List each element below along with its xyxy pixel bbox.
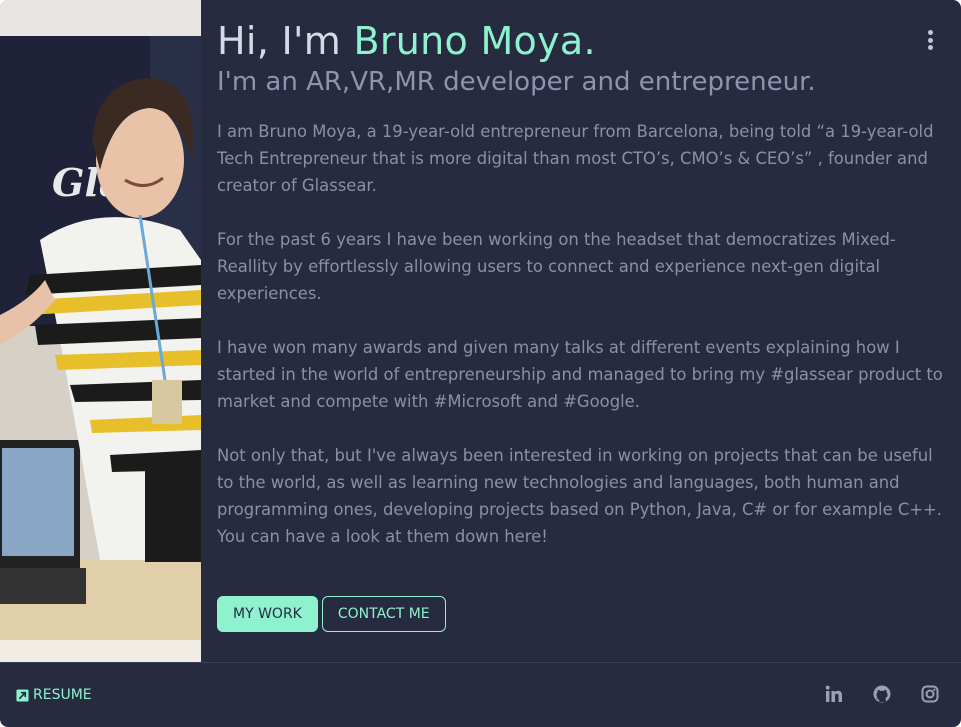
resume-label: RESUME	[33, 687, 92, 703]
resume-link[interactable]: RESUME	[16, 687, 92, 703]
bio-paragraph: Not only that, but I've always been inte…	[217, 446, 942, 546]
linkedin-icon[interactable]	[825, 685, 843, 703]
contact-me-button[interactable]: CONTACT ME	[321, 596, 446, 632]
profile-photo: Gla	[0, 0, 201, 662]
github-icon[interactable]	[873, 685, 891, 703]
bio-paragraph: I have won many awards and given many ta…	[217, 338, 943, 411]
intro-section: Hi, I'm Bruno Moya. I'm an AR,VR,MR deve…	[217, 18, 947, 577]
name-text: Bruno Moya.	[353, 19, 596, 63]
bio-paragraph: I am Bruno Moya, a 19-year-old entrepren…	[217, 122, 934, 195]
profile-card: Gla Hi, I'm Bruno Moya. I'm an AR,VR,MR …	[0, 0, 961, 727]
my-work-button[interactable]: MY WORK	[217, 596, 318, 632]
bio-paragraph: For the past 6 years I have been working…	[217, 230, 896, 303]
action-buttons: MY WORK CONTACT ME	[217, 596, 446, 632]
footer: RESUME	[0, 662, 961, 727]
instagram-icon[interactable]	[921, 685, 939, 703]
page-title: Hi, I'm Bruno Moya.	[217, 18, 947, 64]
social-links	[825, 685, 939, 703]
bio: I am Bruno Moya, a 19-year-old entrepren…	[217, 118, 947, 550]
greeting-text: Hi, I'm	[217, 19, 354, 63]
external-link-icon	[16, 688, 29, 702]
page-subtitle: I'm an AR,VR,MR developer and entreprene…	[217, 67, 816, 97]
